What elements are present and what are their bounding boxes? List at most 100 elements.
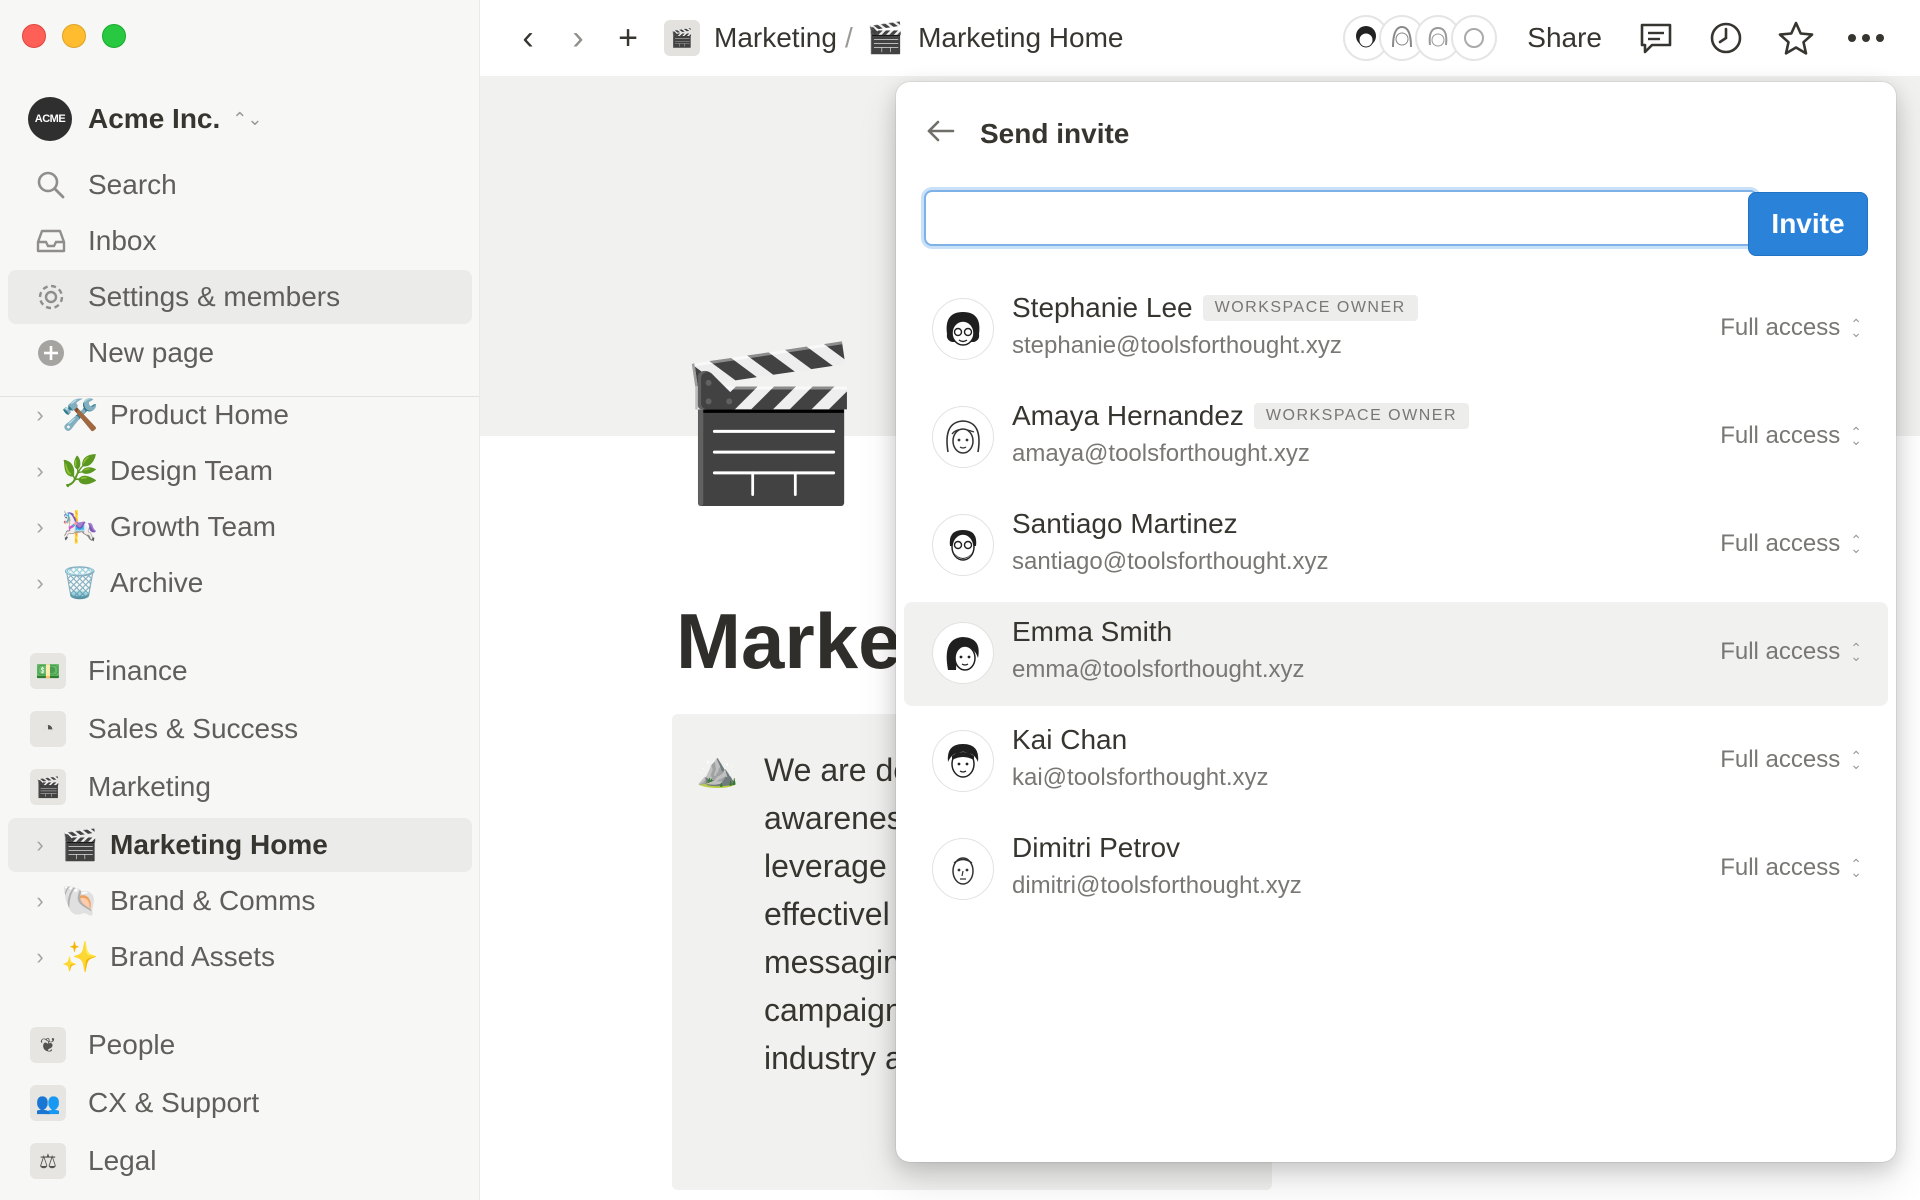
sidebar-item-label: Sales & Success [88, 713, 299, 744]
arrow-left-icon[interactable] [926, 117, 956, 151]
collaborator-avatars[interactable] [1343, 15, 1498, 61]
chevron-updown-icon: ⌃⌄ [232, 108, 263, 129]
sidebar-teamspace-finance[interactable]: 💵 Finance [8, 644, 472, 698]
member-name-text: Kai Chan [1012, 724, 1128, 755]
access-level-label: Full access [1720, 530, 1841, 557]
access-level-label: Full access [1720, 854, 1841, 881]
sidebar-page-design-team[interactable]: › 🌿 Design Team [8, 444, 472, 498]
chevron-right-icon[interactable]: › [30, 944, 50, 970]
zoom-window-button[interactable] [102, 24, 126, 48]
plus-circle-icon [34, 336, 68, 370]
sidebar-teamspace-legal[interactable]: ⚖ Legal [8, 1134, 472, 1188]
sidebar-teamspace-people[interactable]: ❦ People [8, 1018, 472, 1072]
breadcrumb-item-marketing-home[interactable]: Marketing Home [918, 22, 1123, 54]
access-level-select[interactable]: Full access ⌃ ⌄ [1720, 314, 1862, 342]
access-level-select[interactable]: Full access ⌃ ⌄ [1720, 638, 1862, 666]
chevron-updown-icon: ⌃⌄ [1850, 856, 1862, 880]
sidebar-item-label: Brand Assets [110, 941, 275, 972]
access-level-select[interactable]: Full access ⌃ ⌄ [1720, 422, 1862, 450]
workspace-switcher[interactable]: ACME Acme Inc. ⌃⌄ [28, 96, 262, 142]
sidebar-page-brand-comms[interactable]: › 🐚 Brand & Comms [8, 874, 472, 928]
shell-icon: 🐚 [61, 884, 99, 918]
sidebar-teamspace-sales[interactable]: ◔ Sales & Success [8, 702, 472, 756]
breadcrumb: 🎬 Marketing / 🎬 Marketing Home [664, 20, 1123, 56]
sidebar-item-label: Brand & Comms [110, 885, 316, 916]
invite-email-input[interactable] [924, 190, 1758, 246]
avatar-icon [932, 298, 994, 360]
people-icon: 👥 [30, 1085, 66, 1121]
access-level-select[interactable]: Full access ⌃ ⌄ [1720, 530, 1862, 558]
chevron-right-icon[interactable]: › [30, 570, 50, 596]
clapperboard-icon: 🎬 [866, 21, 905, 55]
top-bar-actions: Share [1343, 0, 1920, 76]
sidebar-teamspace-cx[interactable]: 👥 CX & Support [8, 1076, 472, 1130]
member-name: Amaya Hernandez WORKSPACE OWNER [1012, 400, 1470, 432]
sidebar-item-settings[interactable]: Settings & members [8, 270, 472, 324]
back-icon[interactable]: ‹ [506, 19, 550, 58]
more-icon[interactable] [1846, 18, 1886, 58]
role-badge: WORKSPACE OWNER [1202, 295, 1418, 321]
window-controls [22, 24, 126, 48]
member-email: santiago@toolsforthought.xyz [1012, 548, 1329, 575]
history-icon[interactable] [1706, 18, 1746, 58]
star-icon[interactable] [1776, 18, 1816, 58]
sidebar-item-label: Marketing Home [110, 829, 328, 860]
chevron-right-icon[interactable]: › [30, 832, 50, 858]
member-row[interactable]: Emma Smith emma@toolsforthought.xyz Full… [904, 602, 1888, 706]
member-row[interactable]: Amaya Hernandez WORKSPACE OWNER amaya@to… [904, 386, 1888, 490]
access-level-select[interactable]: Full access ⌃ ⌄ [1720, 854, 1862, 882]
tools-icon: 🛠️ [61, 398, 99, 432]
member-row[interactable]: Stephanie Lee WORKSPACE OWNER stephanie@… [904, 278, 1888, 382]
clapperboard-icon[interactable]: 🎬 [676, 348, 863, 498]
sidebar-item-search[interactable]: Search [8, 158, 472, 212]
chevron-right-icon[interactable]: › [30, 402, 50, 428]
workspace-logo: ACME [28, 97, 72, 141]
sidebar-item-label: Legal [88, 1145, 157, 1176]
sidebar-item-label: Inbox [88, 225, 157, 256]
breadcrumb-item-marketing[interactable]: Marketing [714, 22, 837, 54]
access-level-select[interactable]: Full access ⌃ ⌄ [1720, 746, 1862, 774]
search-icon [34, 168, 68, 202]
money-icon: 💵 [30, 653, 66, 689]
chevron-updown-icon: ⌃⌄ [1850, 424, 1862, 448]
share-button[interactable]: Share [1527, 22, 1602, 54]
close-window-button[interactable] [22, 24, 46, 48]
sidebar-item-new-page[interactable]: New page [8, 326, 472, 380]
chevron-updown-icon: ⌃⌄ [1850, 640, 1862, 664]
herb-icon: 🌿 [61, 454, 99, 488]
member-name: Santiago Martinez [1012, 508, 1238, 540]
flower-icon: ❦ [30, 1027, 66, 1063]
forward-icon[interactable]: › [556, 19, 600, 58]
chevron-updown-icon: ⌃⌄ [1850, 316, 1862, 340]
minimize-window-button[interactable] [62, 24, 86, 48]
sidebar-page-marketing-home[interactable]: › 🎬 Marketing Home [8, 818, 472, 872]
comment-icon[interactable] [1636, 18, 1676, 58]
sidebar-item-label: Marketing [88, 771, 211, 802]
breadcrumb-separator: / [844, 22, 853, 53]
member-row[interactable]: Kai Chan kai@toolsforthought.xyz Full ac… [904, 710, 1888, 814]
member-row[interactable]: Dimitri Petrov dimitri@toolsforthought.x… [904, 818, 1888, 922]
sidebar-teamspace-marketing[interactable]: 🎬 Marketing [8, 760, 472, 814]
chevron-updown-icon: ⌃⌄ [1850, 748, 1862, 772]
avatar-icon [932, 838, 994, 900]
chevron-right-icon[interactable]: › [30, 514, 50, 540]
member-row[interactable]: Santiago Martinez santiago@toolsforthoug… [904, 494, 1888, 598]
sidebar-item-inbox[interactable]: Inbox [8, 214, 472, 268]
sidebar-page-growth-team[interactable]: › 🎠 Growth Team [8, 500, 472, 554]
sidebar-page-product-home[interactable]: › 🛠️ Product Home [8, 388, 472, 442]
avatar-icon [932, 514, 994, 576]
access-level-label: Full access [1720, 638, 1841, 665]
avatar-icon [932, 406, 994, 468]
sidebar-page-archive[interactable]: › 🗑️ Archive [8, 556, 472, 610]
sidebar-item-label: Product Home [110, 399, 289, 430]
chevron-right-icon[interactable]: › [30, 888, 50, 914]
inbox-icon [34, 224, 68, 258]
sidebar-page-brand-assets[interactable]: › ✨ Brand Assets [8, 930, 472, 984]
chevron-right-icon[interactable]: › [30, 458, 50, 484]
add-icon[interactable]: + [606, 19, 650, 58]
member-email: stephanie@toolsforthought.xyz [1012, 332, 1342, 359]
member-name: Dimitri Petrov [1012, 832, 1180, 864]
sidebar-item-label: People [88, 1029, 176, 1060]
access-level-label: Full access [1720, 422, 1841, 449]
invite-button[interactable]: Invite [1748, 192, 1868, 256]
